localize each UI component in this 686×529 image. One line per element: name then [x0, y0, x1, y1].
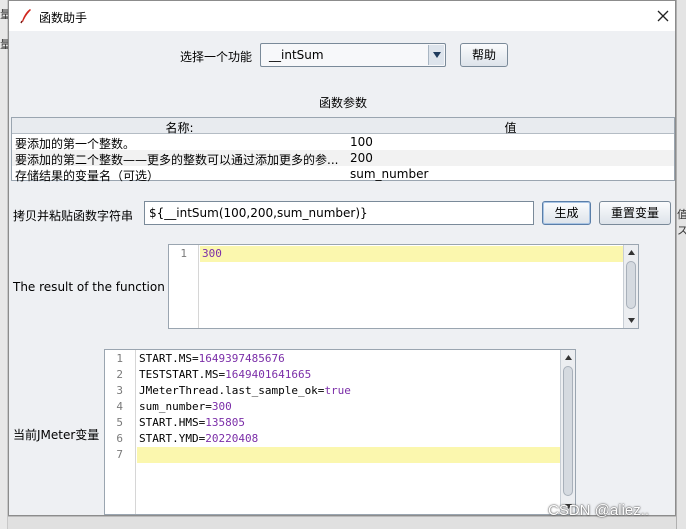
table-row[interactable]: 要添加的第一个整数。 100: [12, 134, 674, 151]
current-line-highlight: [200, 246, 623, 262]
background-window-left: 量 量: [0, 0, 8, 529]
watermark: CSDN @aliez..: [548, 502, 650, 519]
reset-variables-button[interactable]: 重置变量: [599, 201, 671, 225]
param-name: 存储结果的变量名（可选）: [15, 169, 160, 183]
params-table-header: 名称: 值: [12, 118, 674, 135]
background-text-fragment: 量: [0, 8, 8, 21]
code-line: TESTSTART.MS=1649401641665: [139, 368, 312, 381]
code-line: 300: [202, 247, 222, 260]
code-line: sum_number=300: [139, 400, 232, 413]
result-value: 300: [202, 247, 222, 260]
param-value[interactable]: 100: [350, 135, 670, 149]
background-window-right: 值 ス: [676, 0, 686, 529]
result-editor[interactable]: 1 300: [168, 244, 639, 329]
line-number: 2: [116, 368, 123, 381]
scroll-down-icon[interactable]: [625, 313, 638, 327]
title-bar[interactable]: 函数助手: [9, 1, 675, 31]
function-string-label: 拷贝并粘贴函数字符串: [13, 209, 134, 223]
line-number-gutter: 1 2 3 4 5 6 7: [105, 350, 136, 514]
window-title: 函数助手: [39, 11, 88, 25]
dialog-content: 选择一个功能 __intSum 帮助 函数参数 名称: 值 要添加的第一个整数。…: [9, 31, 675, 515]
background-text-fragment: ス: [677, 224, 686, 237]
function-select-label: 选择一个功能: [180, 50, 253, 64]
current-line-highlight: [137, 447, 560, 463]
jmeter-vars-editor[interactable]: 1 2 3 4 5 6 7 START.MS=1649397485676 TES…: [104, 349, 576, 515]
feather-icon: [19, 8, 33, 24]
function-helper-dialog: 函数助手 选择一个功能 __intSum 帮助 函数参数 名称: 值 要添加的第…: [8, 0, 676, 516]
jmeter-vars-label: 当前JMeter变量: [13, 428, 100, 442]
generate-button[interactable]: 生成: [542, 201, 591, 225]
line-number: 3: [116, 384, 123, 397]
line-number: 7: [116, 448, 123, 461]
param-value[interactable]: 200: [350, 151, 670, 165]
function-string-value: ${__intSum(100,200,sum_number)}: [149, 206, 368, 220]
line-number: 4: [116, 400, 123, 413]
table-row[interactable]: 要添加的第二个整数——更多的整数可以通过添加更多的参... 200: [12, 150, 674, 167]
scrollbar-thumb[interactable]: [626, 261, 636, 309]
line-number: 5: [116, 416, 123, 429]
code-line: START.HMS=135805: [139, 416, 245, 429]
help-button[interactable]: 帮助: [460, 43, 508, 67]
close-icon[interactable]: [653, 6, 673, 26]
scroll-up-icon[interactable]: [562, 351, 575, 365]
background-text-fragment: 值: [677, 208, 686, 221]
result-scrollbar[interactable]: [623, 245, 638, 328]
background-text-fragment: 量: [0, 38, 8, 51]
param-value[interactable]: sum_number: [350, 167, 670, 181]
code-line: JMeterThread.last_sample_ok=true: [139, 384, 351, 397]
params-table: 名称: 值 要添加的第一个整数。 100 要添加的第二个整数——更多的整数可以通…: [11, 117, 675, 183]
params-section-title: 函数参数: [319, 96, 368, 110]
table-row[interactable]: 存储结果的变量名（可选） sum_number: [12, 166, 674, 183]
line-number: 1: [116, 352, 123, 365]
function-select-value: __intSum: [269, 48, 324, 62]
jmeter-vars-scrollbar[interactable]: [560, 350, 575, 514]
chevron-down-icon[interactable]: [428, 45, 444, 65]
result-label: The result of the function is: [13, 280, 179, 294]
line-number: 6: [116, 432, 123, 445]
scroll-up-icon[interactable]: [625, 246, 638, 260]
function-select[interactable]: __intSum: [260, 43, 446, 67]
line-number-gutter: 1: [169, 245, 199, 328]
code-line: START.MS=1649397485676: [139, 352, 285, 365]
line-number: 1: [180, 247, 187, 260]
scrollbar-thumb[interactable]: [563, 366, 573, 496]
code-line: START.YMD=20220408: [139, 432, 259, 445]
function-string-field[interactable]: ${__intSum(100,200,sum_number)}: [144, 201, 534, 225]
